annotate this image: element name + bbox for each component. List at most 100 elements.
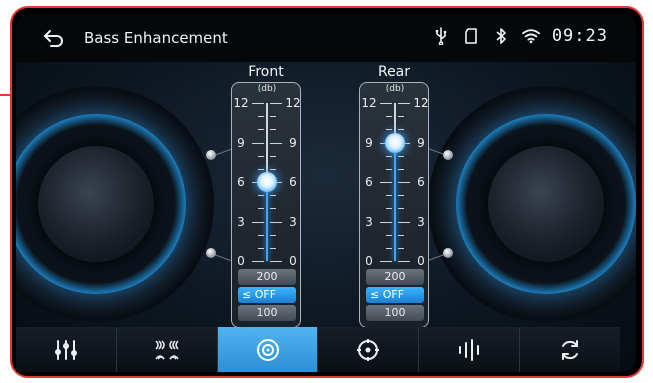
bluetooth-icon (492, 26, 510, 46)
balance-fader-tab[interactable] (318, 327, 420, 372)
slider-knob[interactable] (385, 132, 405, 153)
crossover-frequency-selector[interactable]: 200 ≤ OFF 100 (238, 269, 296, 323)
rear-slider-panel: Rear (db) 12 12 9 9 6 6 3 3 0 0 200 ≤ OFF 100 (359, 64, 429, 328)
reset-refresh-icon (562, 339, 579, 360)
frequency-option[interactable]: 100 (238, 305, 296, 321)
audio-level-icon (459, 338, 480, 361)
tick-label: 12 (285, 96, 301, 110)
minor-tick (398, 129, 404, 131)
minor-tick (270, 234, 276, 236)
tick-label: 0 (365, 254, 373, 268)
tick-label: 3 (365, 214, 373, 229)
minor-tick (386, 195, 392, 197)
major-tick (380, 182, 392, 183)
wifi-icon (521, 26, 540, 46)
tick-label: 9 (289, 135, 297, 150)
frequency-option[interactable]: 200 (366, 269, 424, 285)
slider-knob[interactable] (257, 172, 277, 192)
minor-tick (270, 247, 276, 249)
major-tick (252, 103, 264, 104)
slider-fill (394, 142, 396, 261)
audio-level-tab[interactable] (419, 327, 521, 372)
frequency-option[interactable]: 100 (366, 305, 424, 321)
minor-tick (386, 116, 392, 118)
minor-tick (386, 234, 392, 236)
bass-speaker-icon (256, 338, 279, 361)
minor-tick (398, 116, 404, 118)
tick-label: 3 (417, 214, 425, 229)
major-tick (252, 142, 264, 144)
crossover-frequency-selector[interactable]: 200 ≤ OFF 100 (366, 269, 424, 323)
bottom-toolbar (16, 327, 620, 372)
balance-fader-icon (357, 338, 380, 361)
major-tick (380, 261, 392, 262)
tick-label: 6 (365, 175, 373, 189)
minor-tick (398, 208, 404, 210)
head-unit-screen: Bass Enhancement 09:23 Front (db) 12 12 … (16, 14, 636, 372)
equalizer-tab[interactable] (16, 327, 117, 372)
minor-tick (270, 155, 276, 157)
front-speaker-graphic (16, 86, 214, 322)
slider-fill (266, 182, 268, 261)
minor-tick (258, 234, 264, 236)
page-title: Bass Enhancement (84, 29, 228, 47)
clock: 09:23 (551, 26, 608, 46)
front-scale[interactable]: (db) 12 12 9 9 6 6 3 3 0 0 200 ≤ OFF 100 (231, 82, 301, 328)
minor-tick (386, 129, 392, 131)
front-bolt-top (206, 150, 216, 160)
major-tick (398, 261, 410, 262)
status-icons: 09:23 (432, 26, 608, 46)
frequency-option[interactable]: ≤ OFF (366, 287, 424, 303)
minor-tick (270, 195, 276, 197)
tick-label: 6 (417, 175, 425, 189)
minor-tick (386, 155, 392, 157)
front-bolt-bottom (206, 248, 216, 258)
tick-label: 9 (365, 135, 373, 150)
minor-tick (398, 234, 404, 236)
minor-tick (258, 168, 264, 170)
rear-bolt-bottom (443, 248, 453, 258)
minor-tick (258, 116, 264, 118)
minor-tick (398, 247, 404, 249)
tick-label: 12 (413, 96, 429, 110)
tick-label: 3 (289, 214, 297, 229)
tick-label: 12 (361, 96, 377, 110)
rear-label: Rear (377, 64, 411, 80)
minor-tick (258, 208, 264, 210)
major-tick (398, 103, 410, 104)
sound-field-tab[interactable] (116, 327, 218, 372)
reset-tab[interactable] (520, 327, 620, 372)
frequency-option[interactable]: ≤ OFF (238, 287, 296, 303)
minor-tick (270, 208, 276, 210)
db-unit-label: (db) (385, 84, 405, 94)
tick-label: 9 (417, 135, 425, 150)
tick-label: 6 (289, 175, 297, 189)
minor-tick (386, 208, 392, 210)
usb-icon (432, 26, 450, 46)
major-tick (380, 103, 392, 104)
tick-label: 0 (417, 254, 425, 268)
minor-tick (258, 155, 264, 157)
minor-tick (270, 168, 276, 170)
equalizer-sliders-icon (54, 339, 77, 360)
sound-field-icon (155, 339, 179, 359)
back-arrow-icon[interactable] (42, 28, 66, 48)
minor-tick (258, 129, 264, 131)
major-tick (270, 142, 282, 144)
rear-speaker-graphic (428, 86, 636, 322)
rear-scale[interactable]: (db) 12 12 9 9 6 6 3 3 0 0 200 ≤ OFF 100 (359, 82, 429, 328)
front-slider-panel: Front (db) 12 12 9 9 6 6 3 3 0 0 200 ≤ OFF 100 (231, 64, 301, 328)
major-tick (270, 261, 282, 262)
minor-tick (398, 195, 404, 197)
db-unit-label: (db) (257, 84, 277, 94)
minor-tick (270, 116, 276, 118)
tick-label: 0 (289, 254, 297, 268)
rear-bolt-top (443, 150, 453, 160)
major-tick (270, 103, 282, 104)
frequency-option[interactable]: 200 (238, 269, 296, 285)
speaker-cone (38, 146, 154, 262)
major-tick (252, 221, 264, 223)
minor-tick (258, 195, 264, 197)
bass-enhancement-tab[interactable] (217, 327, 319, 372)
minor-tick (258, 247, 264, 249)
